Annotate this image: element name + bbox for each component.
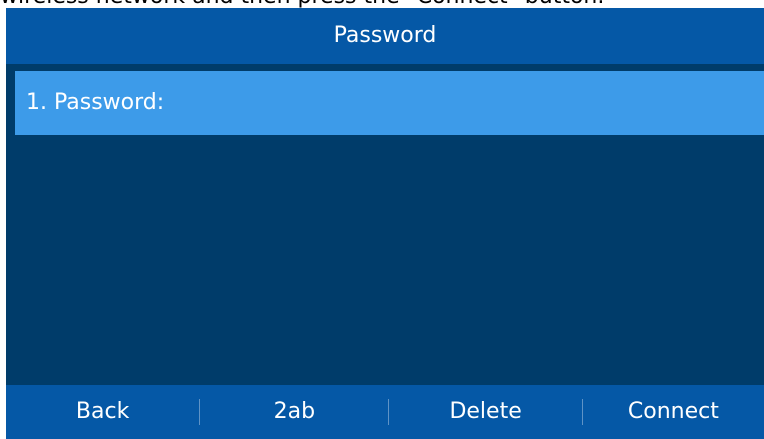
softkey-bar: Back 2ab Delete Connect bbox=[6, 385, 764, 439]
field-label: Password: bbox=[54, 90, 165, 115]
delete-softkey[interactable]: Delete bbox=[389, 385, 581, 439]
field-number: 1. bbox=[26, 90, 47, 115]
input-mode-softkey[interactable]: 2ab bbox=[200, 385, 388, 439]
phone-screen: Password 1. Password: Back 2ab Delete Co… bbox=[6, 8, 764, 439]
screen-title: Password bbox=[6, 8, 764, 64]
password-field[interactable]: 1. Password: bbox=[15, 71, 764, 135]
page: wireless network and then press the "Con… bbox=[0, 0, 764, 439]
connect-softkey[interactable]: Connect bbox=[583, 385, 764, 439]
back-softkey[interactable]: Back bbox=[6, 385, 199, 439]
instruction-caption: wireless network and then press the "Con… bbox=[0, 0, 764, 8]
